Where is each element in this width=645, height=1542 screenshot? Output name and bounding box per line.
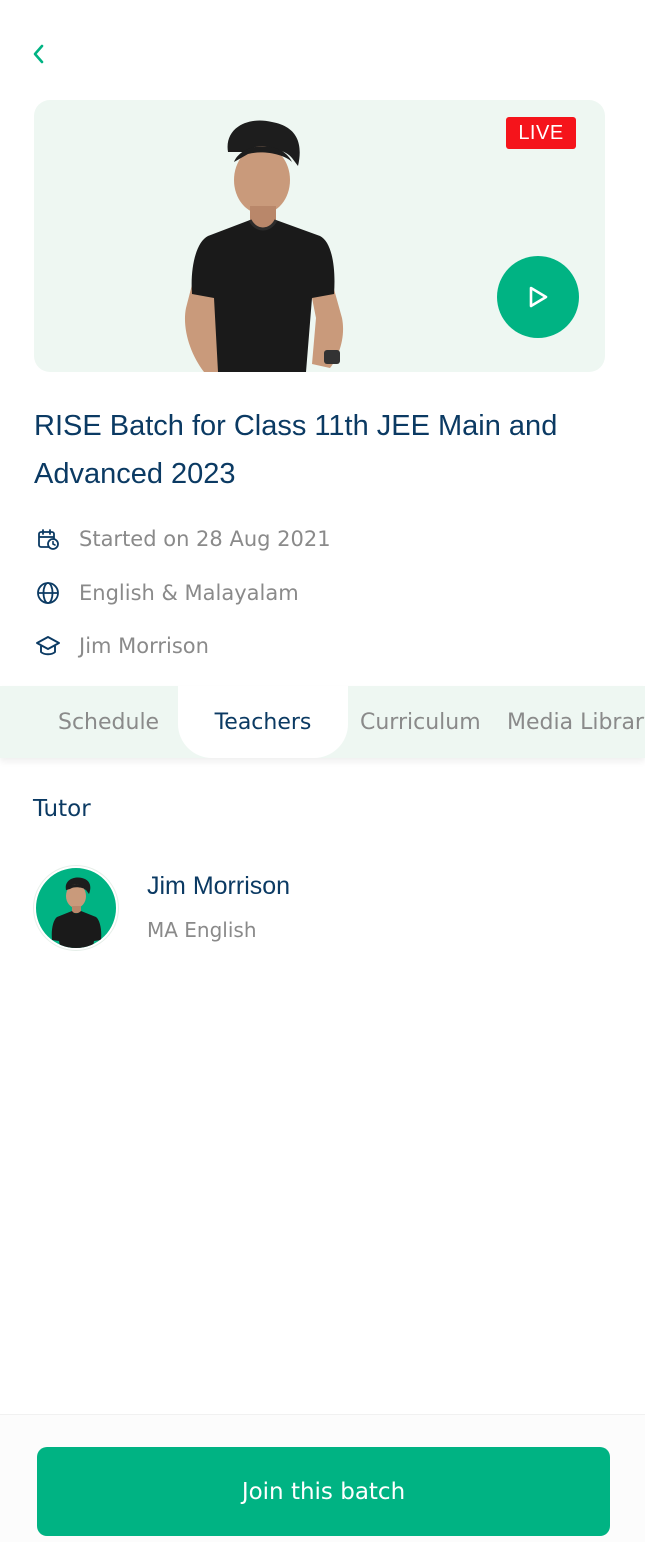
tutor-name: Jim Morrison bbox=[147, 872, 291, 900]
tab-teachers[interactable]: Teachers bbox=[178, 686, 348, 758]
chevron-left-icon bbox=[33, 44, 44, 64]
section-heading: Tutor bbox=[33, 796, 91, 822]
instructor-photo bbox=[184, 120, 344, 372]
start-date-text: Started on 28 Aug 2021 bbox=[79, 527, 331, 551]
video-preview-card[interactable]: LIVE bbox=[34, 100, 605, 372]
play-button[interactable] bbox=[497, 256, 579, 338]
tab-schedule[interactable]: Schedule bbox=[58, 686, 159, 758]
graduation-cap-icon bbox=[34, 632, 62, 660]
avatar[interactable] bbox=[34, 866, 118, 950]
tab-curriculum[interactable]: Curriculum bbox=[360, 686, 481, 758]
language-row: English & Malayalam bbox=[34, 579, 299, 607]
batch-title: RISE Batch for Class 11th JEE Main and A… bbox=[34, 410, 558, 490]
join-batch-button[interactable]: Join this batch bbox=[37, 1447, 610, 1536]
teacher-row: Jim Morrison bbox=[34, 632, 209, 660]
globe-icon bbox=[34, 579, 62, 607]
start-date-row: Started on 28 Aug 2021 bbox=[34, 525, 331, 553]
calendar-clock-icon bbox=[34, 525, 62, 553]
back-button[interactable] bbox=[24, 38, 52, 70]
live-badge: LIVE bbox=[506, 117, 576, 149]
tab-bar: Schedule Teachers Curriculum Media Libra… bbox=[0, 686, 645, 758]
tutor-qualification: MA English bbox=[147, 918, 257, 942]
language-text: English & Malayalam bbox=[79, 581, 299, 605]
tab-media-library[interactable]: Media Library bbox=[507, 686, 645, 758]
play-icon bbox=[529, 286, 548, 308]
teacher-text: Jim Morrison bbox=[79, 634, 209, 658]
